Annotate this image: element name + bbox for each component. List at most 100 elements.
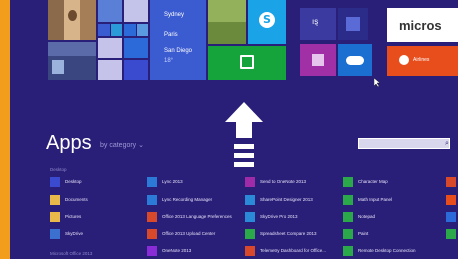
app-remote-desktop[interactable]: Remote Desktop Connection (343, 245, 441, 257)
dashboard-icon (245, 246, 255, 256)
cloud-icon (50, 229, 60, 239)
weather-tile[interactable]: Sydney Paris San Diego 18° (150, 0, 206, 80)
folder-icon (50, 195, 60, 205)
lync-icon (147, 177, 157, 187)
small-tile-8[interactable] (124, 38, 148, 58)
office-icon (147, 212, 157, 222)
word-tile[interactable] (300, 44, 336, 76)
app-skydrive[interactable]: SkyDrive (50, 228, 148, 240)
airline-tile[interactable]: Airlines (387, 46, 458, 76)
app-label: SharePoint Designer 2013 (260, 197, 313, 202)
paint-icon (343, 229, 353, 239)
small-tile-3[interactable] (98, 24, 110, 36)
photos-tile[interactable] (48, 42, 96, 80)
small-tile-6[interactable] (137, 24, 148, 36)
app-label: Send to OneNote 2013 (260, 179, 307, 184)
notepad-icon (343, 212, 353, 222)
apps-title: Apps (46, 132, 92, 154)
app-send-to-onenote[interactable]: Send to OneNote 2013 (245, 176, 343, 188)
skype-tile[interactable]: S (248, 0, 286, 44)
sort-by-dropdown[interactable]: by category ⌄ (100, 141, 144, 149)
brand-tile-text: micros (399, 18, 442, 33)
app-icon-partial-2[interactable] (446, 195, 456, 205)
math-input-icon (343, 195, 353, 205)
app-spreadsheet-compare[interactable]: Spreadsheet Compare 2013 (245, 228, 343, 240)
apps-tile-2[interactable] (338, 8, 368, 40)
small-tile-1[interactable] (98, 0, 122, 22)
app-icon-partial-4[interactable] (446, 229, 456, 239)
app-label: Character Map (358, 179, 388, 184)
lync-tile[interactable]: ıȿ (300, 8, 336, 40)
app-label: Lync 2013 (162, 179, 183, 184)
app-label: Pictures (65, 214, 82, 219)
app-sharepoint-designer[interactable]: SharePoint Designer 2013 (245, 194, 343, 206)
app-label: Office 2013 Language Preferences (162, 214, 232, 219)
small-tile-5[interactable] (124, 24, 136, 36)
app-telemetry-dashboard[interactable]: Telemetry Dashboard for Office... (245, 245, 343, 257)
app-icon-partial-1[interactable] (446, 177, 456, 187)
onedrive-icon (346, 56, 364, 65)
remote-desktop-icon (343, 246, 353, 256)
onedrive-tile[interactable] (338, 44, 372, 76)
app-documents[interactable]: Documents (50, 194, 148, 206)
onenote-icon (245, 177, 255, 187)
onenote-icon (147, 246, 157, 256)
folder-icon (50, 212, 60, 222)
search-icon[interactable]: ⌕ (442, 138, 452, 149)
swipe-up-arrow-icon (225, 102, 263, 167)
weather-city-1: Sydney (164, 12, 185, 18)
search-input[interactable] (358, 138, 450, 149)
app-label: Remote Desktop Connection (358, 248, 416, 253)
app-label: Desktop (65, 179, 82, 184)
app-lync[interactable]: Lync 2013 (147, 176, 245, 188)
app-lync-recording[interactable]: Lync Recording Manager (147, 194, 245, 206)
lync-icon (147, 195, 157, 205)
app-onenote[interactable]: OneNote 2013 (147, 245, 245, 257)
app-label: Paint (358, 231, 369, 236)
sharepoint-icon (245, 195, 255, 205)
people-tile[interactable] (48, 0, 96, 40)
app-label: SkyDrive (65, 231, 84, 236)
app-label: SkyDrive Pro 2013 (260, 214, 298, 219)
app-notepad[interactable]: Notepad (343, 211, 441, 223)
category-desktop: Desktop (50, 167, 67, 172)
app-office-upload[interactable]: Office 2013 Upload Center (147, 228, 245, 240)
brand-tile[interactable]: micros (387, 8, 458, 42)
app-paint[interactable]: Paint (343, 228, 441, 240)
app-label: Math Input Panel (358, 197, 393, 202)
store-tile[interactable] (208, 46, 286, 80)
app-skydrive-pro[interactable]: SkyDrive Pro 2013 (245, 211, 343, 223)
app-label: Office 2013 Upload Center (162, 231, 216, 236)
app-label: Spreadsheet Compare 2013 (260, 231, 317, 236)
desktop-tile[interactable] (208, 0, 246, 44)
weather-city-3: San Diego (164, 48, 193, 54)
app-character-map[interactable]: Character Map (343, 176, 441, 188)
small-tile-7[interactable] (98, 38, 122, 58)
store-icon (240, 55, 254, 69)
app-math-input[interactable]: Math Input Panel (343, 194, 441, 206)
app-label: Documents (65, 197, 88, 202)
character-map-icon (343, 177, 353, 187)
skype-icon: S (259, 12, 275, 28)
app-pictures[interactable]: Pictures (50, 211, 148, 223)
office-icon (147, 229, 157, 239)
cloud-icon (245, 212, 255, 222)
weather-temp: 18° (164, 58, 174, 64)
app-office-language[interactable]: Office 2013 Language Preferences (147, 211, 245, 223)
small-tile-grid (98, 0, 148, 80)
spreadsheet-icon (245, 229, 255, 239)
app-icon-partial-3[interactable] (446, 212, 456, 222)
app-label: Notepad (358, 214, 376, 219)
mouse-cursor-icon (374, 78, 380, 87)
small-tile-2[interactable] (124, 0, 148, 22)
app-label: Telemetry Dashboard for Office... (260, 248, 326, 253)
category-office: Microsoft Office 2013 (50, 251, 93, 256)
app-desktop[interactable]: Desktop (50, 176, 148, 188)
app-label: OneNote 2013 (162, 248, 192, 253)
start-screen: Sydney Paris San Diego 18° S ıȿ micros A… (10, 0, 458, 259)
small-tile-4[interactable] (111, 24, 122, 36)
small-tile-10[interactable] (124, 60, 148, 80)
desktop-icon (50, 177, 60, 187)
small-tile-9[interactable] (98, 60, 122, 80)
app-label: Lync Recording Manager (162, 197, 213, 202)
